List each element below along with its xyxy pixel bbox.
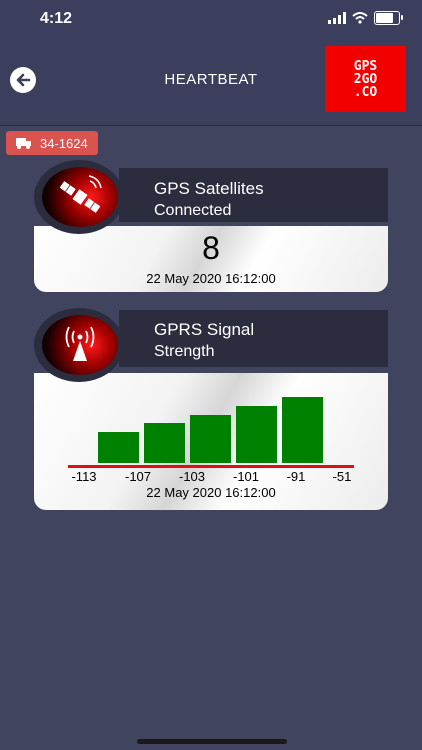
vehicle-label: 34-1624	[40, 135, 88, 151]
gprs-card-body: -113 -107 -103 -101 -91 -51 22 May 2020 16:12…	[34, 373, 388, 510]
gps-satellites-card: GPS Satellites Connected 8 22 May 2020 1…	[34, 160, 388, 294]
gps-icon-badge	[34, 160, 124, 234]
logo-line-3: .CO	[353, 84, 378, 100]
wifi-icon	[352, 12, 368, 24]
signal-bar	[236, 406, 277, 463]
tick-label: -107	[124, 469, 152, 484]
gps-card-body: 8 22 May 2020 16:12:00	[34, 226, 388, 292]
tick-label: -113	[71, 469, 97, 484]
signal-bar-chart	[98, 393, 328, 463]
gprs-card-header: GPRS Signal Strength	[119, 310, 388, 367]
nav-bar: HEARTBEAT GPS 2GO .CO	[0, 40, 422, 126]
signal-bar	[190, 415, 231, 463]
gprs-signal-card: GPRS Signal Strength -113 -107 -103 -101 -91…	[34, 308, 388, 510]
status-bar: 4:12	[0, 0, 422, 40]
tick-label: -91	[286, 469, 306, 484]
gprs-card-subtitle: Strength	[154, 343, 215, 360]
gps-card-title: GPS Satellites	[154, 179, 264, 198]
tick-label: -101	[232, 469, 260, 484]
home-indicator	[137, 739, 287, 744]
truck-icon	[16, 138, 31, 149]
signal-bars-icon	[328, 12, 346, 24]
gps-card-subtitle: Connected	[154, 202, 232, 219]
satellite-icon	[59, 175, 102, 213]
status-time: 4:12	[40, 10, 73, 27]
signal-tower-icon	[65, 326, 95, 361]
tick-label: -103	[178, 469, 206, 484]
signal-bar	[282, 397, 323, 463]
logo-line-2: 2GO	[353, 71, 378, 87]
vehicle-badge[interactable]: 34-1624	[6, 131, 98, 155]
gprs-card-title: GPRS Signal	[154, 320, 255, 339]
tick-label: -51	[332, 469, 352, 484]
gps2go-logo: GPS 2GO .CO	[325, 46, 406, 112]
gps-card-header: GPS Satellites Connected	[119, 168, 388, 222]
logo-line-1: GPS	[353, 58, 378, 74]
gps-timestamp: 22 May 2020 16:12:00	[146, 271, 276, 286]
content-area: 34-1624 GPS Satellites Connected 8 22 Ma…	[0, 126, 422, 750]
status-icons	[328, 11, 403, 25]
satellite-count: 8	[202, 230, 220, 266]
signal-baseline	[68, 465, 354, 468]
gprs-timestamp: 22 May 2020 16:12:00	[146, 485, 276, 500]
signal-bar	[144, 423, 185, 463]
battery-icon	[374, 11, 403, 25]
signal-bar	[98, 432, 139, 463]
gprs-icon-badge	[34, 308, 124, 382]
